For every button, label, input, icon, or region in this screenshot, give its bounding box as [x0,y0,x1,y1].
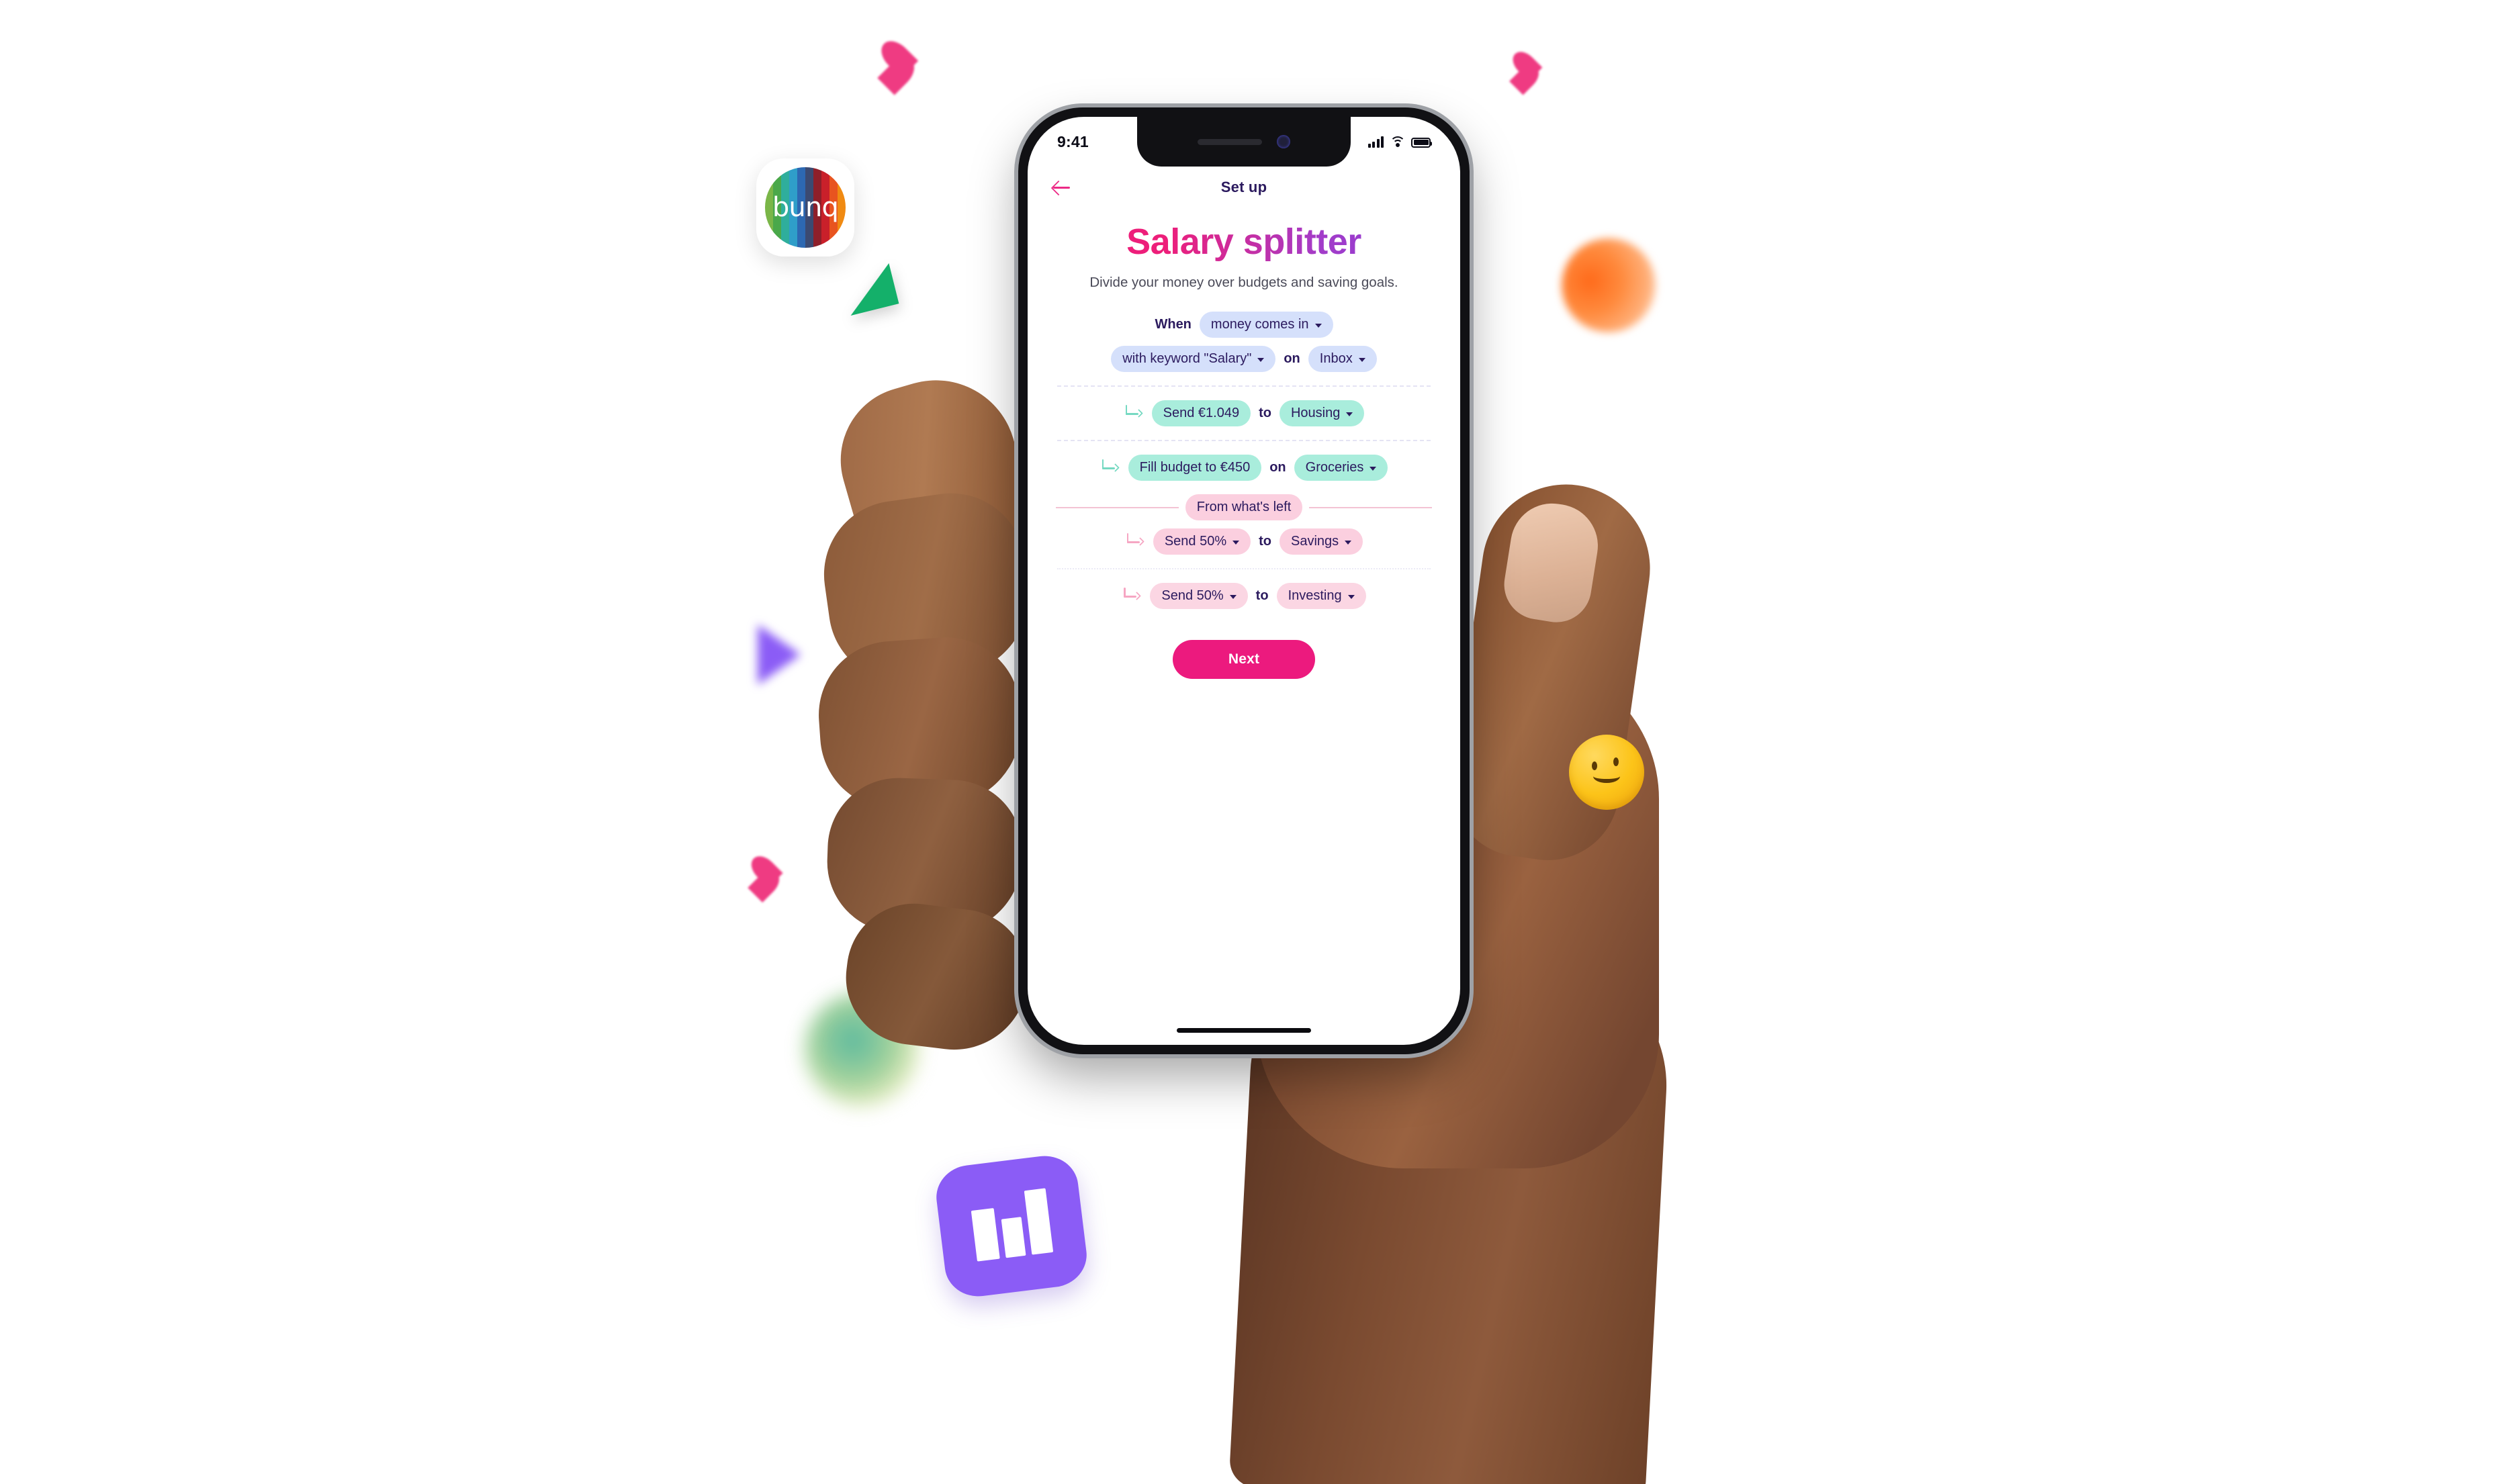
nav-bar: Set up [1028,167,1460,208]
page-title: Set up [1220,179,1267,195]
chevron-down-icon [1257,357,1265,362]
leftover-label: From what's left [1196,500,1292,515]
chevron-down-icon [1346,412,1353,416]
keyword-chip[interactable]: with keyword "Salary" [1111,346,1276,373]
battery-icon [1411,137,1432,148]
account-chip-label: Inbox [1319,351,1353,367]
action-target-chip[interactable]: Groceries [1294,455,1388,481]
separator-line-left [1056,507,1179,508]
leftover-target-chip[interactable]: Savings [1280,528,1363,555]
divider [1057,440,1431,442]
chevron-down-icon [1347,594,1355,599]
leftover-connector-label: to [1259,534,1272,549]
chevron-down-icon [1370,466,1377,471]
action-target-label: Groceries [1305,460,1364,475]
trigger-row-event: When money comes in [1050,309,1437,340]
screenshot-canvas: bunq 9:41 Set up Salary splitter Divide … [0,0,2514,1484]
slightly-smiling-face-emoji [1569,735,1644,810]
chevron-down-icon [1229,594,1237,599]
chevron-down-icon [1232,540,1240,545]
divider [1057,568,1431,570]
on-label: on [1284,351,1300,367]
leftover-target-label: Investing [1288,588,1342,604]
when-label: When [1155,317,1192,332]
action-connector-label: on [1269,460,1286,475]
arrow-hook-icon [1100,459,1120,477]
action-amount-label: Fill budget to €450 [1139,460,1251,475]
chevron-down-icon [1314,323,1322,328]
screen-subheading: Divide your money over budgets and savin… [1089,274,1398,290]
action-target-label: Housing [1290,406,1341,421]
phone-device: 9:41 Set up Salary splitter Divide your … [1018,107,1470,1054]
leftover-amount-label: Send 50% [1164,534,1227,549]
home-indicator[interactable] [1177,1028,1311,1033]
next-button[interactable]: Next [1173,640,1315,680]
action-amount-chip[interactable]: Send €1.049 [1151,400,1251,427]
action-row: Fill budget to €450 on Groceries [1050,452,1437,483]
arrow-hook-icon [1124,404,1144,422]
purple-triangle-sticker [758,624,801,685]
status-bar: 9:41 [1028,117,1460,167]
orange-blob-sticker [1562,238,1656,332]
separator-line-right [1309,507,1432,508]
leftover-separator: From what's left [1056,494,1432,521]
leftover-target-label: Savings [1291,534,1339,549]
chevron-down-icon [1345,540,1352,545]
primary-action-area: Next [1050,640,1437,680]
bunq-logo-badge: bunq [756,158,854,257]
leftover-amount-chip[interactable]: Send 50% [1150,583,1248,610]
leftover-chip: From what's left [1185,494,1303,521]
leftover-action-row: Send 50% to Investing [1050,580,1437,612]
screen-heading: Salary splitter [1050,223,1437,261]
heart-sticker [1509,52,1548,89]
bunq-wordmark: bunq [772,192,839,223]
leftover-action-row: Send 50% to Savings [1050,526,1437,557]
action-amount-chip[interactable]: Fill budget to €450 [1128,455,1262,481]
screen-content: Salary splitter Divide your money over b… [1028,208,1460,1045]
leftover-target-chip[interactable]: Investing [1276,583,1366,610]
keyword-chip-label: with keyword "Salary" [1122,351,1252,367]
status-bar-clock: 9:41 [1057,132,1089,150]
event-chip[interactable]: money comes in [1199,312,1333,338]
heart-sticker [748,857,789,896]
event-chip-label: money comes in [1210,317,1309,332]
green-triangle-sticker [840,263,899,316]
action-connector-label: to [1259,406,1271,421]
rule-builder: When money comes in with keyword "Salary… [1050,309,1437,612]
action-target-chip[interactable]: Housing [1279,400,1365,427]
account-chip[interactable]: Inbox [1308,346,1377,373]
heart-sticker [877,42,926,87]
trigger-row-keyword: with keyword "Salary" on Inbox [1050,343,1437,375]
phone-screen: 9:41 Set up Salary splitter Divide your … [1028,117,1460,1045]
action-amount-label: Send €1.049 [1163,406,1240,421]
chevron-down-icon [1358,357,1365,362]
arrow-hook-icon [1125,532,1145,551]
divider [1057,385,1431,387]
leftover-connector-label: to [1255,588,1269,604]
action-row: Send €1.049 to Housing [1050,398,1437,429]
leftover-amount-chip[interactable]: Send 50% [1153,528,1251,555]
wifi-icon [1390,136,1405,148]
leftover-amount-label: Send 50% [1161,588,1224,604]
arrow-hook-icon [1122,587,1142,605]
cellular-signal-icon [1367,136,1384,148]
